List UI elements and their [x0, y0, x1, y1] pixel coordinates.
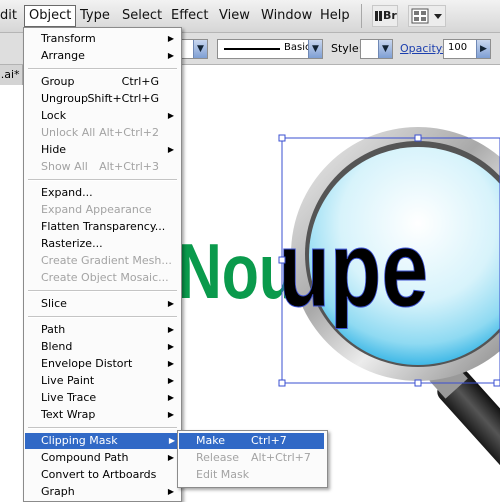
menubar-divider — [361, 4, 362, 28]
menu-item-path[interactable]: Path ▶ — [41, 322, 177, 338]
menu-object[interactable]: Object — [24, 5, 77, 27]
menu-type[interactable]: Type — [80, 8, 110, 23]
chevron-down-icon: ▼ — [308, 40, 322, 58]
menu-item-slice[interactable]: Slice ▶ — [41, 296, 177, 312]
menu-item-create-object-mosaic: Create Object Mosaic... — [41, 271, 169, 284]
opacity-value: 100 — [448, 42, 468, 53]
menu-separator — [28, 290, 177, 292]
menu-item-group[interactable]: Group Ctrl+G — [41, 74, 177, 90]
submenu-arrow-icon: ▶ — [167, 111, 174, 120]
submenu-arrow-icon: ▶ — [167, 393, 174, 402]
submenu-item-release: Release Alt+Ctrl+7 — [196, 451, 311, 464]
menu-help[interactable]: Help — [320, 8, 350, 23]
menu-item-rasterize[interactable]: Rasterize... — [41, 236, 177, 252]
submenu-item-make[interactable]: Make Ctrl+7 — [179, 433, 324, 449]
menu-item-flatten-transparency[interactable]: Flatten Transparency... — [41, 219, 177, 235]
document-tab-label: a.ai* — [0, 68, 20, 81]
black-text: upe — [278, 208, 428, 330]
opacity-link[interactable]: Opacity: — [400, 42, 445, 55]
menu-item-create-gradient-mesh: Create Gradient Mesh... — [41, 254, 172, 267]
arrange-documents-button[interactable] — [408, 5, 446, 27]
stroke-profile-dropdown[interactable]: Basic ▼ — [217, 39, 323, 59]
menu-item-ungroup[interactable]: Ungroup Shift+Ctrl+G — [41, 91, 177, 107]
menu-item-lock[interactable]: Lock ▶ — [41, 108, 177, 124]
chevron-down-icon: ▼ — [193, 40, 207, 58]
bridge-button[interactable]: Br — [372, 5, 398, 27]
menu-item-convert-to-artboards[interactable]: Convert to Artboards — [41, 467, 177, 483]
submenu-arrow-icon: ▶ — [167, 359, 174, 368]
menu-item-transform[interactable]: Transform ▶ — [41, 31, 177, 47]
menu-item-show-all: Show All Alt+Ctrl+3 — [41, 160, 159, 173]
menu-edit[interactable]: dit — [0, 8, 17, 23]
menu-item-graph[interactable]: Graph ▶ — [41, 484, 177, 500]
menu-item-expand-appearance: Expand Appearance — [41, 203, 152, 216]
submenu-item-edit-mask: Edit Mask — [196, 468, 250, 481]
submenu-arrow-icon: ▶ — [168, 436, 175, 445]
menu-item-blend[interactable]: Blend ▶ — [41, 339, 177, 355]
menu-separator — [28, 316, 177, 318]
menu-separator — [28, 68, 177, 70]
menu-item-arrange[interactable]: Arrange ▶ — [41, 48, 177, 64]
bridge-label: Br — [383, 9, 397, 22]
arrange-documents-icon — [411, 8, 442, 24]
opacity-field[interactable]: 100 ▶ — [443, 39, 491, 59]
menu-item-live-trace[interactable]: Live Trace ▶ — [41, 390, 177, 406]
chevron-right-icon: ▶ — [476, 40, 490, 58]
submenu-arrow-icon: ▶ — [167, 34, 174, 43]
menu-item-hide[interactable]: Hide ▶ — [41, 142, 177, 158]
submenu-arrow-icon: ▶ — [167, 299, 174, 308]
menu-effect[interactable]: Effect — [171, 8, 208, 23]
style-dropdown[interactable]: ▼ — [360, 39, 393, 59]
submenu-arrow-icon: ▶ — [167, 342, 174, 351]
menu-item-text-wrap[interactable]: Text Wrap ▶ — [41, 407, 177, 423]
menu-window[interactable]: Window — [261, 8, 312, 23]
object-menu-dropdown: Transform ▶ Arrange ▶ Group Ctrl+G Ungroup S… — [23, 27, 182, 502]
menu-item-expand[interactable]: Expand... — [41, 185, 177, 201]
menu-item-live-paint[interactable]: Live Paint ▶ — [41, 373, 177, 389]
style-label: Style: — [331, 42, 363, 55]
menu-item-envelope-distort[interactable]: Envelope Distort ▶ — [41, 356, 177, 372]
menu-view[interactable]: View — [219, 8, 250, 23]
menu-item-clipping-mask[interactable]: Clipping Mask ▶ — [25, 433, 178, 449]
submenu-arrow-icon: ▶ — [167, 51, 174, 60]
stroke-line-icon — [224, 48, 280, 50]
menu-separator — [28, 179, 177, 181]
brush-dropdown[interactable]: ▼ — [180, 39, 208, 59]
menu-select[interactable]: Select — [122, 8, 162, 23]
submenu-arrow-icon: ▶ — [167, 376, 174, 385]
clipping-mask-submenu: Make Ctrl+7 Release Alt+Ctrl+7 Edit Mask — [177, 430, 328, 488]
submenu-arrow-icon: ▶ — [167, 410, 174, 419]
submenu-arrow-icon: ▶ — [167, 325, 174, 334]
submenu-arrow-icon: ▶ — [167, 487, 174, 496]
menu-separator — [28, 427, 177, 429]
submenu-arrow-icon: ▶ — [167, 145, 174, 154]
document-tab[interactable]: a.ai* — [0, 65, 23, 85]
stroke-profile-value: Basic — [284, 42, 311, 53]
menu-item-unlock-all: Unlock All Alt+Ctrl+2 — [41, 126, 159, 139]
chevron-down-icon: ▼ — [378, 40, 392, 58]
menu-item-compound-path[interactable]: Compound Path ▶ — [41, 450, 177, 466]
submenu-arrow-icon: ▶ — [167, 453, 174, 462]
